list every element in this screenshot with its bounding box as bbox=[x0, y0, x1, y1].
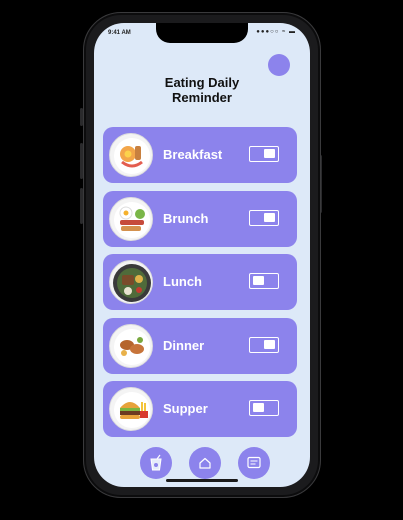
home-indicator bbox=[166, 479, 238, 482]
meal-label: Dinner bbox=[163, 337, 205, 353]
title-line-1: Eating Daily bbox=[164, 75, 240, 90]
meal-label: Lunch bbox=[163, 274, 202, 289]
toggle-knob bbox=[264, 149, 275, 158]
meal-label: Brunch bbox=[163, 210, 209, 226]
nav-message-button[interactable] bbox=[238, 447, 270, 479]
nav-drink-button[interactable] bbox=[140, 447, 172, 479]
dinner-plate-icon bbox=[109, 323, 153, 368]
burger-plate-icon bbox=[109, 387, 153, 431]
meal-list: Breakfast Brunch Lunch Dinner Supper bbox=[103, 127, 297, 445]
title-line-2: Reminder bbox=[172, 90, 232, 105]
app-screen: 9:41 AM ●●●○○ ≈ ▬ Eating Daily Reminder bbox=[94, 23, 310, 487]
status-icons: ●●●○○ ≈ ▬ bbox=[256, 29, 296, 35]
toggle-knob bbox=[264, 212, 275, 222]
drink-icon bbox=[150, 454, 162, 471]
status-time: 9:41 AM bbox=[108, 30, 131, 36]
brunch-plate-icon bbox=[109, 196, 153, 241]
lunch-plate-icon bbox=[109, 260, 153, 304]
notch bbox=[156, 23, 248, 43]
reminder-toggle[interactable] bbox=[249, 146, 279, 162]
meal-card-brunch[interactable]: Brunch bbox=[103, 190, 297, 247]
avatar[interactable] bbox=[268, 54, 290, 76]
page-title: Eating Daily Reminder bbox=[94, 75, 310, 105]
meal-card-breakfast[interactable]: Breakfast bbox=[103, 127, 297, 183]
meal-label: Supper bbox=[163, 401, 208, 416]
bottom-nav bbox=[140, 447, 270, 481]
reminder-toggle[interactable] bbox=[249, 336, 279, 353]
reminder-toggle[interactable] bbox=[249, 273, 279, 289]
nav-home-button[interactable] bbox=[189, 447, 221, 479]
meal-card-dinner[interactable]: Dinner bbox=[103, 317, 297, 374]
toggle-knob bbox=[253, 276, 264, 285]
home-icon bbox=[199, 457, 211, 469]
meal-label: Breakfast bbox=[163, 147, 223, 162]
reminder-toggle[interactable] bbox=[249, 400, 279, 416]
toggle-knob bbox=[264, 339, 275, 349]
reminder-toggle[interactable] bbox=[249, 209, 279, 226]
toggle-knob bbox=[253, 403, 264, 412]
message-icon bbox=[247, 456, 261, 469]
breakfast-plate-icon bbox=[109, 133, 153, 177]
meal-card-supper[interactable]: Supper bbox=[103, 381, 297, 437]
meal-card-lunch[interactable]: Lunch bbox=[103, 254, 297, 310]
phone-frame: 9:41 AM ●●●○○ ≈ ▬ Eating Daily Reminder bbox=[83, 12, 321, 498]
